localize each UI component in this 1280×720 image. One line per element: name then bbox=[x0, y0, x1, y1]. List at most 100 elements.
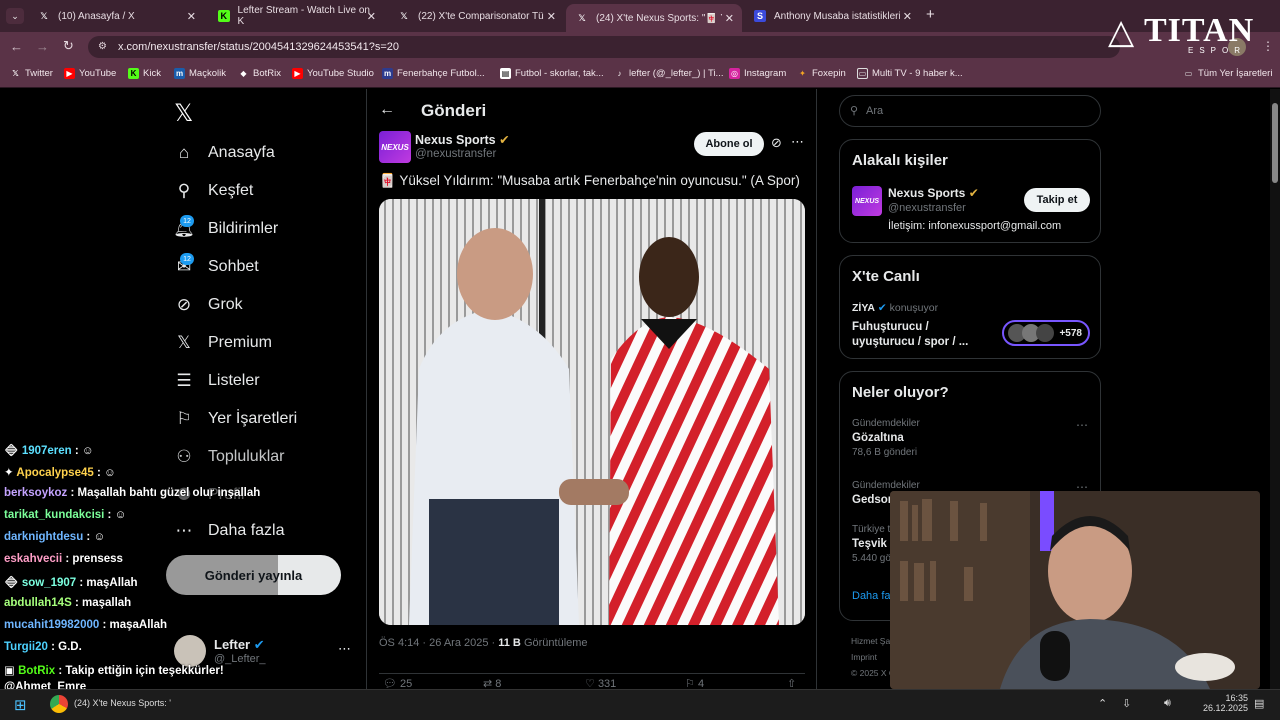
tab-5[interactable]: S Anthony Musaba istatistikleri ve ✕ bbox=[744, 4, 920, 28]
bookmark-label: Twitter bbox=[25, 68, 53, 79]
windows-start-icon[interactable]: ⊞ bbox=[14, 696, 27, 714]
live-status: konuşuyor bbox=[889, 302, 939, 314]
tray-chevron-icon[interactable]: ⌃ bbox=[1098, 697, 1107, 710]
chat-message: darknightdesu : ☺ bbox=[4, 531, 106, 543]
taskbar-window-title[interactable]: (24) X'te Nexus Sports: ' bbox=[74, 698, 171, 708]
reply-button[interactable]: 💬︎ 25 bbox=[383, 677, 412, 689]
notification-icon[interactable]: ▤ bbox=[1254, 697, 1264, 710]
close-icon[interactable]: ✕ bbox=[367, 10, 376, 23]
bookmark-twitter[interactable]: 𝕏 Twitter bbox=[10, 68, 53, 79]
trend-more-icon[interactable]: ⋯ bbox=[1076, 418, 1088, 432]
chat-username: darknightdesu bbox=[4, 531, 84, 543]
webcam-overlay bbox=[890, 491, 1260, 689]
reload-icon[interactable]: ↻ bbox=[63, 38, 74, 54]
x-logo-icon[interactable]: 𝕏 bbox=[174, 99, 193, 128]
main-column: ← Gönderi NEXUS Nexus Sports ✔ @nexustra… bbox=[366, 89, 817, 689]
nav-label: Listeler bbox=[208, 372, 260, 389]
share-icon[interactable]: ⇧ bbox=[787, 677, 796, 689]
subscribe-button[interactable]: Abone ol bbox=[694, 132, 764, 156]
close-icon[interactable]: ✕ bbox=[547, 10, 556, 23]
nav-premium[interactable]: 𝕏 Premium bbox=[174, 333, 272, 353]
all-bookmarks[interactable]: ▭ Tüm Yer İşaretleri bbox=[1183, 68, 1273, 79]
author-name[interactable]: Nexus Sports ✔ bbox=[415, 132, 510, 147]
nav-lists[interactable]: ☰ Listeler bbox=[174, 371, 260, 391]
tab-search-button[interactable]: ⌄ bbox=[6, 8, 24, 24]
chat-text: maşaAllah bbox=[109, 619, 168, 631]
author-avatar[interactable]: NEXUS bbox=[379, 131, 411, 163]
footer-link[interactable]: Hizmet Şa bbox=[851, 633, 895, 649]
nav-explore[interactable]: ⚲ Keşfet bbox=[174, 181, 254, 201]
bookmark-mackolik[interactable]: m Maçkolik bbox=[174, 68, 226, 79]
trend-name: Gözaltına bbox=[852, 432, 904, 444]
chrome-icon[interactable] bbox=[50, 695, 68, 713]
bookmark-youtube[interactable]: ▶ YouTube bbox=[64, 68, 116, 79]
bookmark-button[interactable]: ⚐ 4 bbox=[685, 677, 704, 689]
site-info-icon[interactable]: ⚙ bbox=[98, 36, 107, 58]
related-name[interactable]: Nexus Sports ✔ bbox=[888, 186, 979, 200]
clock[interactable]: 16:35 26.12.2025 bbox=[1202, 693, 1248, 713]
mackolik-icon: m bbox=[174, 68, 185, 79]
post-image[interactable] bbox=[379, 199, 805, 625]
nav-home[interactable]: ⌂ Anasayfa bbox=[174, 143, 275, 163]
nav-bookmarks[interactable]: ⚐ Yer İşaretleri bbox=[174, 409, 297, 429]
trend-item[interactable]: Gündemdekiler Gözaltına 78,6 B gönderi bbox=[852, 418, 920, 458]
tab-3[interactable]: 𝕏 (22) X'te Comparisonator Türkiy ✕ bbox=[388, 4, 564, 28]
bookmark-foxepin[interactable]: ✦ Foxepin bbox=[797, 68, 846, 79]
grok-icon[interactable]: ⊘ bbox=[771, 135, 782, 151]
live-host-name: ZİYA bbox=[852, 302, 875, 314]
menu-icon[interactable]: ⋮ bbox=[1262, 39, 1274, 53]
chat-username: eskahvecii bbox=[4, 553, 63, 565]
repost-button[interactable]: ⇄ 8 bbox=[483, 677, 501, 689]
address-bar[interactable]: ⚙ x.com/nexustransfer/status/20045413296… bbox=[88, 36, 1120, 58]
bookmark-tiktok[interactable]: ♪ lefter (@_lefter_) | Ti... bbox=[614, 68, 724, 79]
browser-toolbar: ← → ↻ ⚙ x.com/nexustransfer/status/20045… bbox=[0, 32, 1280, 62]
bookmark-kick[interactable]: K Kick bbox=[128, 68, 161, 79]
bookmark-fenerbahce[interactable]: m Fenerbahçe Futbol... bbox=[382, 68, 485, 79]
tab-4-active[interactable]: 𝕏 (24) X'te Nexus Sports: "🀄 Yük ✕ bbox=[566, 4, 742, 32]
search-input[interactable]: ⚲ Ara bbox=[839, 95, 1101, 127]
emote-icon: ☺ bbox=[104, 467, 116, 479]
live-listeners[interactable]: +578 bbox=[1002, 320, 1090, 346]
bookmark-multitv[interactable]: ▭ Multi TV - 9 haber k... bbox=[857, 68, 963, 79]
bookmark-label: Instagram bbox=[744, 68, 787, 79]
new-tab-button[interactable]: + bbox=[926, 6, 935, 23]
nav-communities[interactable]: ⚇ Topluluklar bbox=[174, 447, 284, 467]
like-button[interactable]: ♡ 331 bbox=[585, 677, 616, 689]
more-options-icon[interactable]: ⋯ bbox=[791, 134, 804, 150]
show-more-link[interactable]: Daha fa bbox=[852, 590, 891, 602]
scrollbar[interactable] bbox=[1270, 89, 1280, 689]
tab-2[interactable]: K Lefter Stream - Watch Live on K ✕ bbox=[208, 4, 384, 28]
account-menu-icon[interactable]: ⋯ bbox=[338, 641, 351, 657]
live-space-title[interactable]: Fuhuşturucu / uyuşturucu / spor / ... bbox=[852, 320, 992, 350]
nav-grok[interactable]: ⊘ Grok bbox=[174, 295, 243, 315]
forward-icon[interactable]: → bbox=[36, 39, 49, 54]
nav-more[interactable]: ⋯ Daha fazla bbox=[174, 521, 285, 541]
listener-count: +578 bbox=[1059, 327, 1082, 339]
chat-text: Maşallah bahtı güzel olur inşallah bbox=[77, 487, 261, 499]
bookmark-botrix[interactable]: ◆ BotRix bbox=[238, 68, 281, 79]
nav-label: Sohbet bbox=[208, 258, 259, 275]
close-icon[interactable]: ✕ bbox=[187, 10, 196, 23]
scrollbar-thumb[interactable] bbox=[1272, 103, 1278, 183]
live-host: ZİYA ✔ konuşuyor bbox=[852, 302, 938, 314]
bookmark-futbol[interactable]: ▤ Futbol - skorlar, tak... bbox=[500, 68, 604, 79]
footer-link[interactable]: Imprint bbox=[851, 649, 895, 665]
tab-1[interactable]: 𝕏 (10) Anasayfa / X ✕ bbox=[28, 4, 204, 28]
close-icon[interactable]: ✕ bbox=[725, 12, 734, 25]
fenerbahce-icon: m bbox=[382, 68, 393, 79]
post-views: 11 B bbox=[498, 637, 521, 649]
bookmark-label: YouTube bbox=[79, 68, 117, 79]
close-icon[interactable]: ✕ bbox=[903, 10, 912, 23]
chat-message: berksoykoz : Maşallah bahtı güzel olur i… bbox=[4, 487, 261, 499]
follow-button[interactable]: Takip et bbox=[1024, 188, 1090, 212]
post-button[interactable]: Gönderi yayınla bbox=[166, 555, 341, 595]
back-arrow-icon[interactable]: ← bbox=[379, 101, 395, 119]
volume-icon[interactable]: 🔊︎ bbox=[1164, 697, 1171, 710]
tray-network-icon[interactable]: ⇩ bbox=[1122, 697, 1131, 710]
related-avatar[interactable]: NEXUS bbox=[852, 186, 882, 216]
trend-context: Gündemdekiler bbox=[852, 480, 920, 491]
back-icon[interactable]: ← bbox=[10, 39, 23, 54]
bookmark-youtube-studio[interactable]: ▶ YouTube Studio bbox=[292, 68, 374, 79]
repost-count: 8 bbox=[495, 678, 502, 689]
bookmark-instagram[interactable]: ◎ Instagram bbox=[729, 68, 786, 79]
